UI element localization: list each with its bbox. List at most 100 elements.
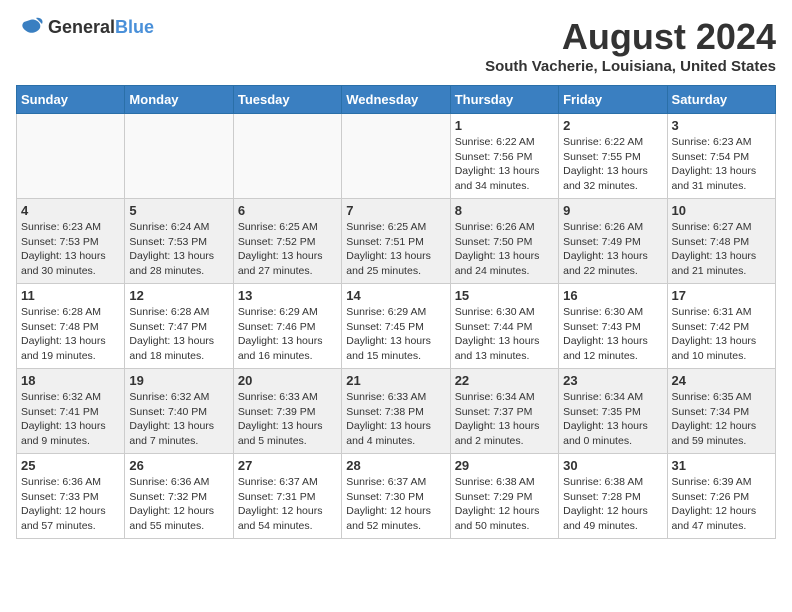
day-info: Sunrise: 6:32 AM Sunset: 7:41 PM Dayligh… <box>21 390 120 449</box>
day-info: Sunrise: 6:30 AM Sunset: 7:43 PM Dayligh… <box>563 305 662 364</box>
day-number: 7 <box>346 203 445 218</box>
day-number: 17 <box>672 288 771 303</box>
day-info: Sunrise: 6:37 AM Sunset: 7:30 PM Dayligh… <box>346 475 445 534</box>
calendar-cell <box>233 114 341 199</box>
day-number: 27 <box>238 458 337 473</box>
calendar-cell: 1 Sunrise: 6:22 AM Sunset: 7:56 PM Daylig… <box>450 114 558 199</box>
day-number: 11 <box>21 288 120 303</box>
day-number: 20 <box>238 373 337 388</box>
day-info: Sunrise: 6:37 AM Sunset: 7:31 PM Dayligh… <box>238 475 337 534</box>
day-number: 6 <box>238 203 337 218</box>
day-info: Sunrise: 6:26 AM Sunset: 7:50 PM Dayligh… <box>455 220 554 279</box>
day-info: Sunrise: 6:38 AM Sunset: 7:28 PM Dayligh… <box>563 475 662 534</box>
day-info: Sunrise: 6:39 AM Sunset: 7:26 PM Dayligh… <box>672 475 771 534</box>
calendar-cell <box>125 114 233 199</box>
day-info: Sunrise: 6:34 AM Sunset: 7:37 PM Dayligh… <box>455 390 554 449</box>
day-info: Sunrise: 6:26 AM Sunset: 7:49 PM Dayligh… <box>563 220 662 279</box>
calendar-cell: 24 Sunrise: 6:35 AM Sunset: 7:34 PM Dayli… <box>667 369 775 454</box>
calendar-cell: 21 Sunrise: 6:33 AM Sunset: 7:38 PM Dayli… <box>342 369 450 454</box>
calendar-cell: 26 Sunrise: 6:36 AM Sunset: 7:32 PM Dayli… <box>125 454 233 539</box>
calendar-day-header: Friday <box>559 86 667 114</box>
day-info: Sunrise: 6:28 AM Sunset: 7:48 PM Dayligh… <box>21 305 120 364</box>
day-info: Sunrise: 6:34 AM Sunset: 7:35 PM Dayligh… <box>563 390 662 449</box>
day-number: 28 <box>346 458 445 473</box>
calendar-cell <box>17 114 125 199</box>
calendar-cell: 3Sunrise: 6:23 AM Sunset: 7:54 PM Daylig… <box>667 114 775 199</box>
day-number: 21 <box>346 373 445 388</box>
day-info: Sunrise: 6:38 AM Sunset: 7:29 PM Dayligh… <box>455 475 554 534</box>
day-info: Sunrise: 6:24 AM Sunset: 7:53 PM Dayligh… <box>129 220 228 279</box>
day-number: 26 <box>129 458 228 473</box>
calendar-cell: 28 Sunrise: 6:37 AM Sunset: 7:30 PM Dayli… <box>342 454 450 539</box>
day-info: Sunrise: 6:25 AM Sunset: 7:52 PM Dayligh… <box>238 220 337 279</box>
calendar-cell: 27 Sunrise: 6:37 AM Sunset: 7:31 PM Dayli… <box>233 454 341 539</box>
day-number: 18 <box>21 373 120 388</box>
calendar-cell: 14 Sunrise: 6:29 AM Sunset: 7:45 PM Dayli… <box>342 284 450 369</box>
day-number: 31 <box>672 458 771 473</box>
calendar-cell: 11 Sunrise: 6:28 AM Sunset: 7:48 PM Dayli… <box>17 284 125 369</box>
logo-icon <box>16 16 44 40</box>
day-info: Sunrise: 6:23 AM Sunset: 7:54 PM Dayligh… <box>672 135 771 194</box>
logo: GeneralBlue <box>16 16 154 40</box>
calendar-cell: 4Sunrise: 6:23 AM Sunset: 7:53 PM Daylig… <box>17 199 125 284</box>
day-number: 19 <box>129 373 228 388</box>
calendar-cell: 5Sunrise: 6:24 AM Sunset: 7:53 PM Daylig… <box>125 199 233 284</box>
day-number: 24 <box>672 373 771 388</box>
calendar-table: SundayMondayTuesdayWednesdayThursdayFrid… <box>16 85 776 539</box>
calendar-day-header: Saturday <box>667 86 775 114</box>
day-number: 9 <box>563 203 662 218</box>
sub-title: South Vacherie, Louisiana, United States <box>485 58 776 75</box>
calendar-cell: 2Sunrise: 6:22 AM Sunset: 7:55 PM Daylig… <box>559 114 667 199</box>
calendar-cell: 30 Sunrise: 6:38 AM Sunset: 7:28 PM Dayli… <box>559 454 667 539</box>
calendar-cell: 25Sunrise: 6:36 AM Sunset: 7:33 PM Dayli… <box>17 454 125 539</box>
calendar-cell: 6 Sunrise: 6:25 AM Sunset: 7:52 PM Daylig… <box>233 199 341 284</box>
calendar-cell: 20 Sunrise: 6:33 AM Sunset: 7:39 PM Dayli… <box>233 369 341 454</box>
logo-text: GeneralBlue <box>48 18 154 38</box>
day-number: 23 <box>563 373 662 388</box>
calendar-cell: 19 Sunrise: 6:32 AM Sunset: 7:40 PM Dayli… <box>125 369 233 454</box>
day-info: Sunrise: 6:32 AM Sunset: 7:40 PM Dayligh… <box>129 390 228 449</box>
page-header: GeneralBlue August 2024 South Vacherie, … <box>16 16 776 75</box>
day-number: 16 <box>563 288 662 303</box>
calendar-cell: 22 Sunrise: 6:34 AM Sunset: 7:37 PM Dayli… <box>450 369 558 454</box>
title-block: August 2024 South Vacherie, Louisiana, U… <box>485 16 776 75</box>
calendar-cell: 13 Sunrise: 6:29 AM Sunset: 7:46 PM Dayli… <box>233 284 341 369</box>
day-number: 15 <box>455 288 554 303</box>
calendar-day-header: Sunday <box>17 86 125 114</box>
day-info: Sunrise: 6:27 AM Sunset: 7:48 PM Dayligh… <box>672 220 771 279</box>
day-info: Sunrise: 6:29 AM Sunset: 7:46 PM Dayligh… <box>238 305 337 364</box>
day-number: 13 <box>238 288 337 303</box>
calendar-day-header: Thursday <box>450 86 558 114</box>
calendar-cell <box>342 114 450 199</box>
calendar-cell: 7Sunrise: 6:25 AM Sunset: 7:51 PM Daylig… <box>342 199 450 284</box>
day-number: 29 <box>455 458 554 473</box>
day-number: 8 <box>455 203 554 218</box>
day-info: Sunrise: 6:35 AM Sunset: 7:34 PM Dayligh… <box>672 390 771 449</box>
day-info: Sunrise: 6:23 AM Sunset: 7:53 PM Dayligh… <box>21 220 120 279</box>
day-number: 12 <box>129 288 228 303</box>
day-info: Sunrise: 6:22 AM Sunset: 7:55 PM Dayligh… <box>563 135 662 194</box>
day-info: Sunrise: 6:33 AM Sunset: 7:38 PM Dayligh… <box>346 390 445 449</box>
calendar-cell: 10 Sunrise: 6:27 AM Sunset: 7:48 PM Dayli… <box>667 199 775 284</box>
day-info: Sunrise: 6:30 AM Sunset: 7:44 PM Dayligh… <box>455 305 554 364</box>
day-info: Sunrise: 6:22 AM Sunset: 7:56 PM Dayligh… <box>455 135 554 194</box>
calendar-cell: 17 Sunrise: 6:31 AM Sunset: 7:42 PM Dayli… <box>667 284 775 369</box>
day-number: 30 <box>563 458 662 473</box>
main-title: August 2024 <box>485 16 776 58</box>
calendar-cell: 18 Sunrise: 6:32 AM Sunset: 7:41 PM Dayli… <box>17 369 125 454</box>
day-info: Sunrise: 6:31 AM Sunset: 7:42 PM Dayligh… <box>672 305 771 364</box>
day-info: Sunrise: 6:36 AM Sunset: 7:33 PM Dayligh… <box>21 475 120 534</box>
calendar-cell: 23 Sunrise: 6:34 AM Sunset: 7:35 PM Dayli… <box>559 369 667 454</box>
day-info: Sunrise: 6:36 AM Sunset: 7:32 PM Dayligh… <box>129 475 228 534</box>
calendar-cell: 8 Sunrise: 6:26 AM Sunset: 7:50 PM Daylig… <box>450 199 558 284</box>
calendar-cell: 9 Sunrise: 6:26 AM Sunset: 7:49 PM Daylig… <box>559 199 667 284</box>
day-number: 22 <box>455 373 554 388</box>
calendar-cell: 16 Sunrise: 6:30 AM Sunset: 7:43 PM Dayli… <box>559 284 667 369</box>
day-number: 10 <box>672 203 771 218</box>
day-number: 14 <box>346 288 445 303</box>
day-info: Sunrise: 6:33 AM Sunset: 7:39 PM Dayligh… <box>238 390 337 449</box>
calendar-cell: 31 Sunrise: 6:39 AM Sunset: 7:26 PM Dayli… <box>667 454 775 539</box>
calendar-header: SundayMondayTuesdayWednesdayThursdayFrid… <box>17 86 776 114</box>
day-number: 1 <box>455 118 554 133</box>
day-info: Sunrise: 6:29 AM Sunset: 7:45 PM Dayligh… <box>346 305 445 364</box>
